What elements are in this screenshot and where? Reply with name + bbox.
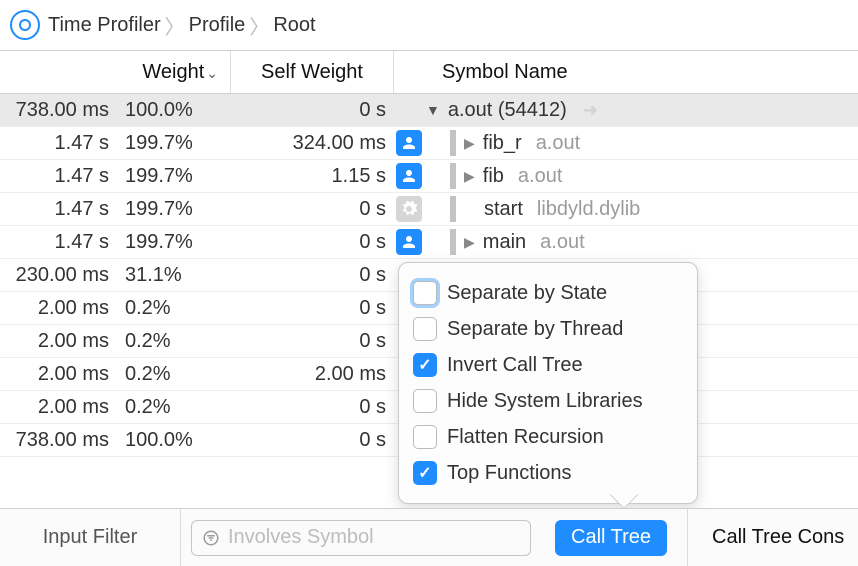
- user-code-icon: [396, 229, 422, 255]
- disclosure-triangle[interactable]: ▶: [464, 135, 475, 152]
- checkbox[interactable]: [413, 389, 437, 413]
- symbol-cell: ▶ fib a.out: [426, 163, 858, 189]
- weight-percent: 0.2%: [115, 297, 230, 320]
- library-name: a.out: [540, 231, 584, 254]
- popover-option[interactable]: Top Functions: [413, 455, 683, 491]
- chevron-right-icon: 〉: [249, 11, 269, 40]
- library-name: libdyld.dylib: [537, 198, 640, 221]
- time-profiler-icon: [10, 10, 40, 40]
- disclosure-triangle[interactable]: ▶: [464, 234, 475, 251]
- symbol-name: start: [484, 198, 523, 221]
- weight-percent: 0.2%: [115, 396, 230, 419]
- weight-value: 1.47 s: [0, 132, 115, 155]
- popover-option[interactable]: Invert Call Tree: [413, 347, 683, 383]
- self-weight-value: 2.00 ms: [230, 363, 392, 386]
- weight-percent: 0.2%: [115, 330, 230, 353]
- self-weight-value: 0 s: [230, 429, 392, 452]
- breadcrumb: Time Profiler 〉 Profile 〉 Root: [0, 0, 858, 50]
- popover-option-label: Separate by State: [447, 282, 607, 305]
- checkbox[interactable]: [413, 317, 437, 341]
- symbol-cell: ▼ a.out (54412) ➜: [426, 99, 858, 122]
- symbol-name: fib: [483, 165, 504, 188]
- goto-arrow-icon[interactable]: ➜: [583, 100, 598, 121]
- weight-value: 2.00 ms: [0, 396, 115, 419]
- table-row[interactable]: 738.00 ms100.0%0 s ▼ a.out (54412) ➜: [0, 94, 858, 127]
- weight-percent: 0.2%: [115, 363, 230, 386]
- weight-value: 1.47 s: [0, 231, 115, 254]
- symbol-cell: ▶ fib_r a.out: [426, 130, 858, 156]
- weight-value: 2.00 ms: [0, 330, 115, 353]
- self-weight-value: 0 s: [230, 264, 392, 287]
- table-row[interactable]: 1.47 s199.7%0 s ▶ main a.out: [0, 226, 858, 259]
- self-weight-value: 0 s: [230, 198, 392, 221]
- checkbox[interactable]: [413, 461, 437, 485]
- symbol-search-field[interactable]: [191, 520, 531, 556]
- popover-option-label: Top Functions: [447, 462, 572, 485]
- filter-icon: [202, 529, 220, 547]
- column-headers: Weight⌄ Self Weight Symbol Name: [0, 50, 858, 94]
- disclosure-triangle[interactable]: ▼: [426, 102, 440, 118]
- popover-option-label: Invert Call Tree: [447, 354, 583, 377]
- popover-option[interactable]: Separate by State: [413, 275, 683, 311]
- self-weight-value: 0 s: [230, 396, 392, 419]
- column-header-symbol-name[interactable]: Symbol Name: [394, 61, 858, 84]
- popover-option[interactable]: Hide System Libraries: [413, 383, 683, 419]
- symbol-cell: ▶ main a.out: [426, 229, 858, 255]
- breadcrumb-root[interactable]: Root: [273, 14, 315, 37]
- popover-option[interactable]: Separate by Thread: [413, 311, 683, 347]
- call-tree-button[interactable]: Call Tree: [555, 520, 667, 556]
- call-tree-options-popover: Separate by State Separate by Thread Inver…: [398, 262, 698, 504]
- sort-descending-icon: ⌄: [206, 65, 218, 81]
- popover-option-label: Hide System Libraries: [447, 390, 643, 413]
- self-weight-value: 0 s: [230, 330, 392, 353]
- disclosure-triangle[interactable]: ▶: [464, 168, 475, 185]
- self-weight-value: 0 s: [230, 297, 392, 320]
- column-header-self-weight[interactable]: Self Weight: [231, 61, 393, 84]
- call-tree-constraints-button[interactable]: Call Tree Cons: [712, 526, 844, 549]
- table-row[interactable]: 1.47 s199.7%1.15 s ▶ fib a.out: [0, 160, 858, 193]
- weight-value: 230.00 ms: [0, 264, 115, 287]
- weight-percent: 31.1%: [115, 264, 230, 287]
- popover-option-label: Separate by Thread: [447, 318, 623, 341]
- weight-value: 738.00 ms: [0, 99, 115, 122]
- system-code-icon: [396, 196, 422, 222]
- user-code-icon: [396, 130, 422, 156]
- self-weight-value: 1.15 s: [230, 165, 392, 188]
- weight-value: 1.47 s: [0, 165, 115, 188]
- weight-percent: 199.7%: [115, 231, 230, 254]
- library-name: a.out: [518, 165, 562, 188]
- self-weight-value: 0 s: [230, 231, 392, 254]
- symbol-cell: start libdyld.dylib: [426, 196, 858, 222]
- table-row[interactable]: 1.47 s199.7%324.00 ms ▶ fib_r a.out: [0, 127, 858, 160]
- column-header-weight[interactable]: Weight⌄: [0, 61, 230, 84]
- weight-value: 2.00 ms: [0, 297, 115, 320]
- table-row[interactable]: 1.47 s199.7%0 s start libdyld.dylib: [0, 193, 858, 226]
- popover-option-label: Flatten Recursion: [447, 426, 604, 449]
- weight-percent: 100.0%: [115, 429, 230, 452]
- input-filter-button[interactable]: Input Filter: [0, 526, 180, 549]
- symbol-name: fib_r: [483, 132, 522, 155]
- weight-value: 2.00 ms: [0, 363, 115, 386]
- self-weight-value: 0 s: [230, 99, 392, 122]
- popover-option[interactable]: Flatten Recursion: [413, 419, 683, 455]
- checkbox[interactable]: [413, 281, 437, 305]
- chevron-right-icon: 〉: [165, 11, 185, 40]
- weight-percent: 199.7%: [115, 165, 230, 188]
- library-name: a.out: [536, 132, 580, 155]
- weight-percent: 199.7%: [115, 198, 230, 221]
- symbol-name: main: [483, 231, 526, 254]
- weight-percent: 199.7%: [115, 132, 230, 155]
- breadcrumb-profile[interactable]: Profile: [189, 14, 246, 37]
- symbol-search-input[interactable]: [228, 526, 520, 549]
- weight-value: 1.47 s: [0, 198, 115, 221]
- weight-value: 738.00 ms: [0, 429, 115, 452]
- self-weight-value: 324.00 ms: [230, 132, 392, 155]
- checkbox[interactable]: [413, 425, 437, 449]
- checkbox[interactable]: [413, 353, 437, 377]
- symbol-name: a.out (54412): [448, 99, 567, 122]
- bottom-toolbar: Input Filter Call Tree Call Tree Cons: [0, 508, 858, 566]
- breadcrumb-time-profiler[interactable]: Time Profiler: [48, 14, 161, 37]
- user-code-icon: [396, 163, 422, 189]
- weight-percent: 100.0%: [115, 99, 230, 122]
